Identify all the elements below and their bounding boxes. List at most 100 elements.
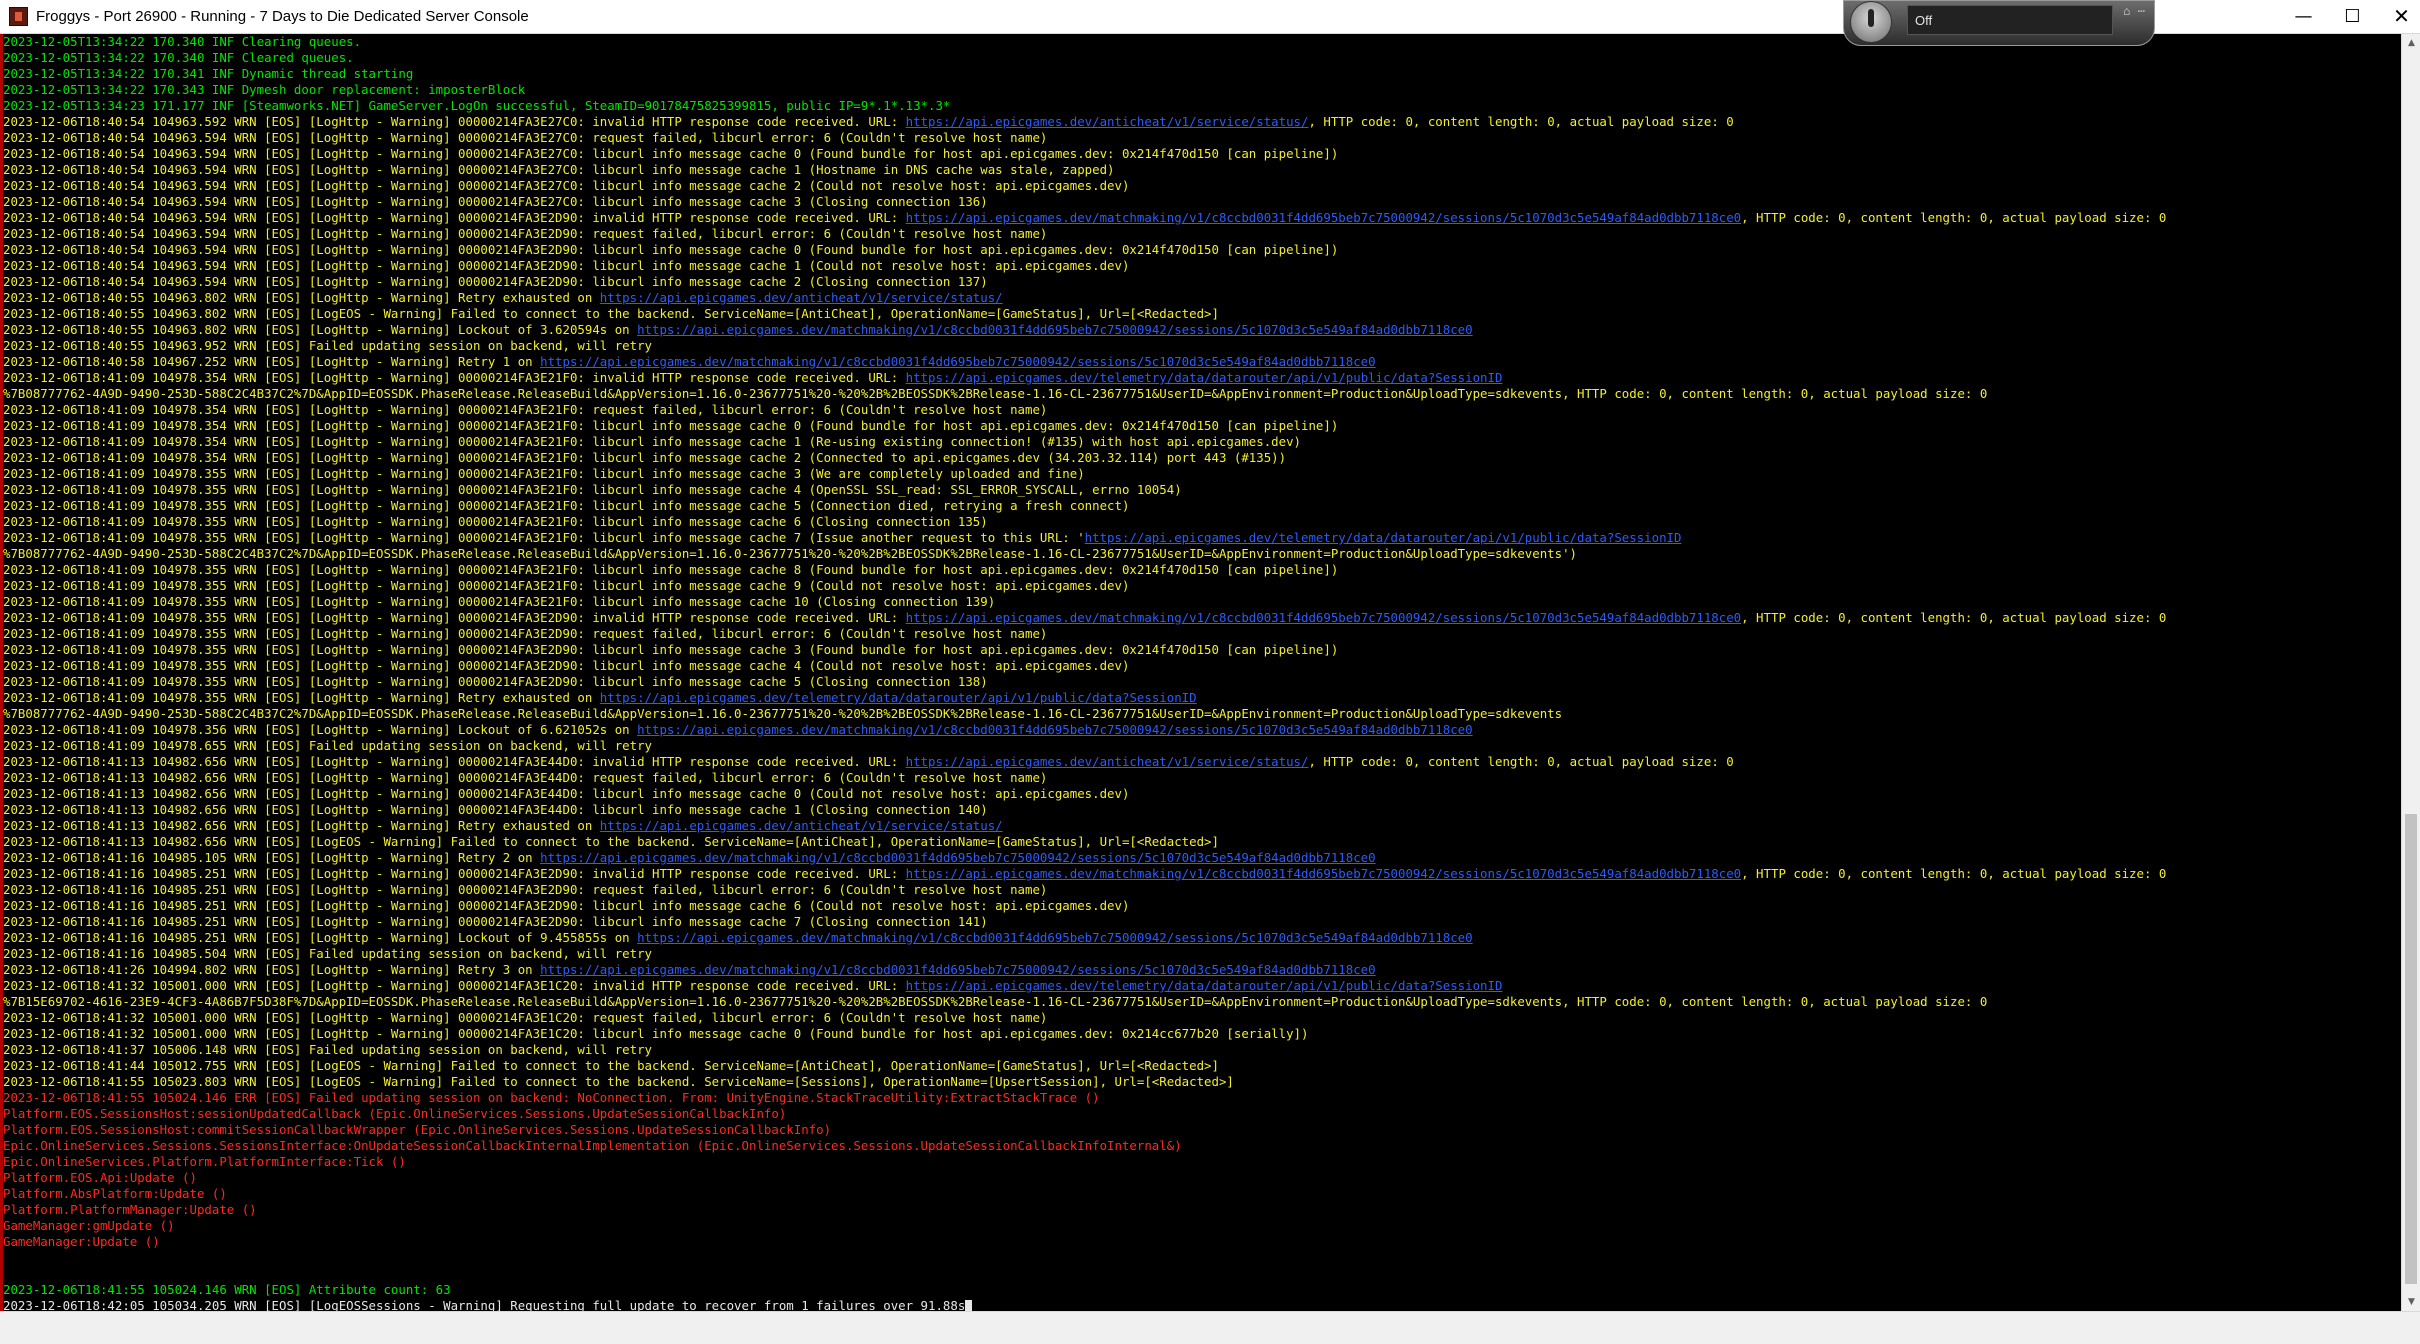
console-line: 2023-12-06T18:41:09 104978.354 WRN [EOS]… (3, 434, 1301, 450)
console-line: 2023-12-05T13:34:22 170.341 INF Dynamic … (3, 66, 413, 82)
console-line-text: 2023-12-06T18:41:16 104985.251 WRN [EOS]… (3, 882, 1048, 897)
console-line: 2023-12-05T13:34:22 170.340 INF Clearing… (3, 34, 361, 50)
maximize-button[interactable]: ☐ (2326, 0, 2379, 33)
console-line-text: Epic.OnlineServices.Sessions.SessionsInt… (3, 1138, 1182, 1153)
scroll-up-arrow-icon[interactable]: ▲ (2402, 34, 2420, 52)
console-line-text: 2023-12-06T18:41:16 104985.251 WRN [EOS]… (3, 930, 638, 945)
console-line: 2023-12-06T18:40:54 104963.594 WRN [EOS]… (3, 274, 988, 290)
console-link[interactable]: https://api.epicgames.dev/matchmaking/v1… (906, 610, 1742, 625)
console-line-text: Platform.AbsPlatform:Update () (3, 1186, 227, 1201)
overlay-status-panel: Off (1907, 5, 2113, 35)
console-link[interactable]: https://api.epicgames.dev/anticheat/v1/s… (600, 818, 1003, 833)
console-line-text: 2023-12-06T18:40:54 104963.594 WRN [EOS]… (3, 146, 1339, 161)
console-line-text: %7B15E69702-4616-23E9-4CF3-4A86B7F5D38F%… (3, 994, 1988, 1009)
console-link[interactable]: https://api.epicgames.dev/anticheat/v1/s… (906, 754, 1309, 769)
close-button[interactable]: ✕ (2375, 0, 2420, 33)
console-line-text: 2023-12-06T18:41:09 104978.355 WRN [EOS]… (3, 530, 1085, 545)
console-line: 2023-12-06T18:41:16 104985.251 WRN [EOS]… (3, 914, 988, 930)
console-line: 2023-12-06T18:41:09 104978.355 WRN [EOS]… (3, 514, 988, 530)
console-link[interactable]: https://api.epicgames.dev/telemetry/data… (1085, 530, 1682, 545)
overlay-side-icon[interactable]: ⌂ ⋯ (2122, 3, 2146, 37)
console-line-text: 2023-12-05T13:34:22 170.340 INF Cleared … (3, 50, 354, 65)
console-line: Platform.PlatformManager:Update () (3, 1202, 257, 1218)
console-line: %7B08777762-4A9D-9490-253D-588C2C4B37C2%… (3, 546, 1577, 562)
console-link[interactable]: https://api.epicgames.dev/matchmaking/v1… (637, 322, 1473, 337)
console-line-text: 2023-12-06T18:41:26 104994.802 WRN [EOS]… (3, 962, 541, 977)
console-line-text: Platform.EOS.Api:Update () (3, 1170, 197, 1185)
console-link[interactable]: https://api.epicgames.dev/matchmaking/v1… (540, 962, 1376, 977)
console-line: 2023-12-06T18:40:54 104963.594 WRN [EOS]… (3, 130, 1047, 146)
console-line: Platform.EOS.Api:Update () (3, 1170, 197, 1186)
console-link[interactable]: https://api.epicgames.dev/matchmaking/v1… (906, 210, 1742, 225)
console-link[interactable]: https://api.epicgames.dev/anticheat/v1/s… (600, 290, 1003, 305)
text-cursor (965, 1300, 973, 1311)
console-line-text: 2023-12-06T18:40:55 104963.802 WRN [EOS]… (3, 290, 600, 305)
vertical-scrollbar[interactable]: ▲ ▼ (2401, 34, 2420, 1311)
console-line-text: 2023-12-06T18:41:16 104985.251 WRN [EOS]… (3, 898, 1130, 913)
console-line-text: Platform.EOS.SessionsHost:sessionUpdated… (3, 1106, 787, 1121)
console-line-text: 2023-12-06T18:41:09 104978.355 WRN [EOS]… (3, 674, 988, 689)
console-line-text: 2023-12-06T18:41:09 104978.355 WRN [EOS]… (3, 610, 906, 625)
console-link[interactable]: https://api.epicgames.dev/matchmaking/v1… (906, 866, 1742, 881)
console-line-text: 2023-12-06T18:41:09 104978.355 WRN [EOS]… (3, 594, 996, 609)
app-icon (9, 7, 28, 26)
console-link[interactable]: https://api.epicgames.dev/telemetry/data… (906, 978, 1503, 993)
console-line-text: 2023-12-06T18:41:32 105001.000 WRN [EOS]… (3, 1010, 1048, 1025)
console-link[interactable]: https://api.epicgames.dev/anticheat/v1/s… (906, 114, 1309, 129)
console-line-text: 2023-12-06T18:40:54 104963.594 WRN [EOS]… (3, 210, 906, 225)
console-line: 2023-12-06T18:41:13 104982.656 WRN [EOS]… (3, 770, 1047, 786)
console-line-suffix: , HTTP code: 0, content length: 0, actua… (1308, 754, 1734, 769)
overlay-status-text: Off (1915, 13, 1933, 28)
console-line: 2023-12-06T18:41:37 105006.148 WRN [EOS]… (3, 1042, 652, 1058)
console-link[interactable]: https://api.epicgames.dev/matchmaking/v1… (540, 850, 1376, 865)
console-line-text: 2023-12-06T18:41:09 104978.355 WRN [EOS]… (3, 562, 1339, 577)
console-line: 2023-12-06T18:40:54 104963.594 WRN [EOS]… (3, 146, 1338, 162)
console-line-text: 2023-12-05T13:34:23 171.177 INF [Steamwo… (3, 98, 951, 113)
console-line-text: 2023-12-06T18:41:55 105023.803 WRN [EOS]… (3, 1074, 1234, 1089)
console-line: 2023-12-06T18:41:09 104978.655 WRN [EOS]… (3, 738, 652, 754)
console-line: 2023-12-06T18:41:13 104982.656 WRN [EOS]… (3, 754, 1734, 770)
console-line: 2023-12-06T18:41:13 104982.656 WRN [EOS]… (3, 802, 988, 818)
console-line-text: 2023-12-06T18:41:16 104985.251 WRN [EOS]… (3, 914, 988, 929)
console-line-text: 2023-12-06T18:41:09 104978.355 WRN [EOS]… (3, 626, 1048, 641)
console-line: 2023-12-06T18:41:09 104978.355 WRN [EOS]… (3, 498, 1129, 514)
console-line: 2023-12-05T13:34:23 171.177 INF [Steamwo… (3, 98, 950, 114)
scroll-thumb[interactable] (2405, 814, 2417, 1284)
console-link[interactable]: https://api.epicgames.dev/matchmaking/v1… (637, 722, 1473, 737)
console-line-text: 2023-12-06T18:40:54 104963.594 WRN [EOS]… (3, 194, 988, 209)
console-line-text: 2023-12-06T18:41:13 104982.656 WRN [EOS]… (3, 802, 988, 817)
console-line-text: 2023-12-06T18:41:16 104985.251 WRN [EOS]… (3, 866, 906, 881)
console-line: 2023-12-06T18:41:16 104985.251 WRN [EOS]… (3, 866, 2166, 882)
console-link[interactable]: https://api.epicgames.dev/telemetry/data… (600, 690, 1197, 705)
console-line: GameManager:Update () (3, 1234, 160, 1250)
console-line-text: Platform.PlatformManager:Update () (3, 1202, 257, 1217)
scroll-down-arrow-icon[interactable]: ▼ (2402, 1293, 2420, 1311)
minimize-button[interactable]: — (2277, 0, 2330, 33)
console-line-text: 2023-12-06T18:41:32 105001.000 WRN [EOS]… (3, 978, 906, 993)
console-line-text: 2023-12-06T18:40:54 104963.594 WRN [EOS]… (3, 274, 988, 289)
console-line-text: 2023-12-06T18:40:54 104963.594 WRN [EOS]… (3, 178, 1130, 193)
console-line: 2023-12-06T18:40:55 104963.802 WRN [EOS]… (3, 322, 1473, 338)
console-line: 2023-12-06T18:41:09 104978.355 WRN [EOS]… (3, 578, 1129, 594)
console-line-text: 2023-12-06T18:40:54 104963.594 WRN [EOS]… (3, 162, 1115, 177)
console-line: 2023-12-06T18:41:09 104978.355 WRN [EOS]… (3, 626, 1047, 642)
console-line-text: 2023-12-06T18:41:09 104978.354 WRN [EOS]… (3, 418, 1339, 433)
console-line: 2023-12-06T18:41:55 105024.146 ERR [EOS]… (3, 1090, 1100, 1106)
console-line: Platform.EOS.SessionsHost:sessionUpdated… (3, 1106, 786, 1122)
console-line-text: 2023-12-06T18:41:37 105006.148 WRN [EOS]… (3, 1042, 653, 1057)
window-border (0, 34, 3, 1343)
console-link[interactable]: https://api.epicgames.dev/matchmaking/v1… (540, 354, 1376, 369)
console-line: 2023-12-06T18:40:58 104967.252 WRN [EOS]… (3, 354, 1376, 370)
console-line: 2023-12-06T18:41:44 105012.755 WRN [EOS]… (3, 1058, 1219, 1074)
console-line: Platform.AbsPlatform:Update () (3, 1186, 227, 1202)
console-line: 2023-12-06T18:41:32 105001.000 WRN [EOS]… (3, 1010, 1047, 1026)
console-line: 2023-12-06T18:41:16 104985.251 WRN [EOS]… (3, 882, 1047, 898)
console-line-text: 2023-12-06T18:41:32 105001.000 WRN [EOS]… (3, 1026, 1309, 1041)
console-line-text: GameManager:gmUpdate () (3, 1218, 175, 1233)
console-line: 2023-12-06T18:41:09 104978.355 WRN [EOS]… (3, 482, 1182, 498)
console-output[interactable]: 2023-12-05T13:34:22 170.340 INF Clearing… (0, 34, 2400, 1311)
console-link[interactable]: https://api.epicgames.dev/telemetry/data… (906, 370, 1503, 385)
console-line: 2023-12-06T18:41:09 104978.354 WRN [EOS]… (3, 450, 1286, 466)
console-line-text: 2023-12-06T18:40:55 104963.802 WRN [EOS]… (3, 322, 638, 337)
console-link[interactable]: https://api.epicgames.dev/matchmaking/v1… (637, 930, 1473, 945)
